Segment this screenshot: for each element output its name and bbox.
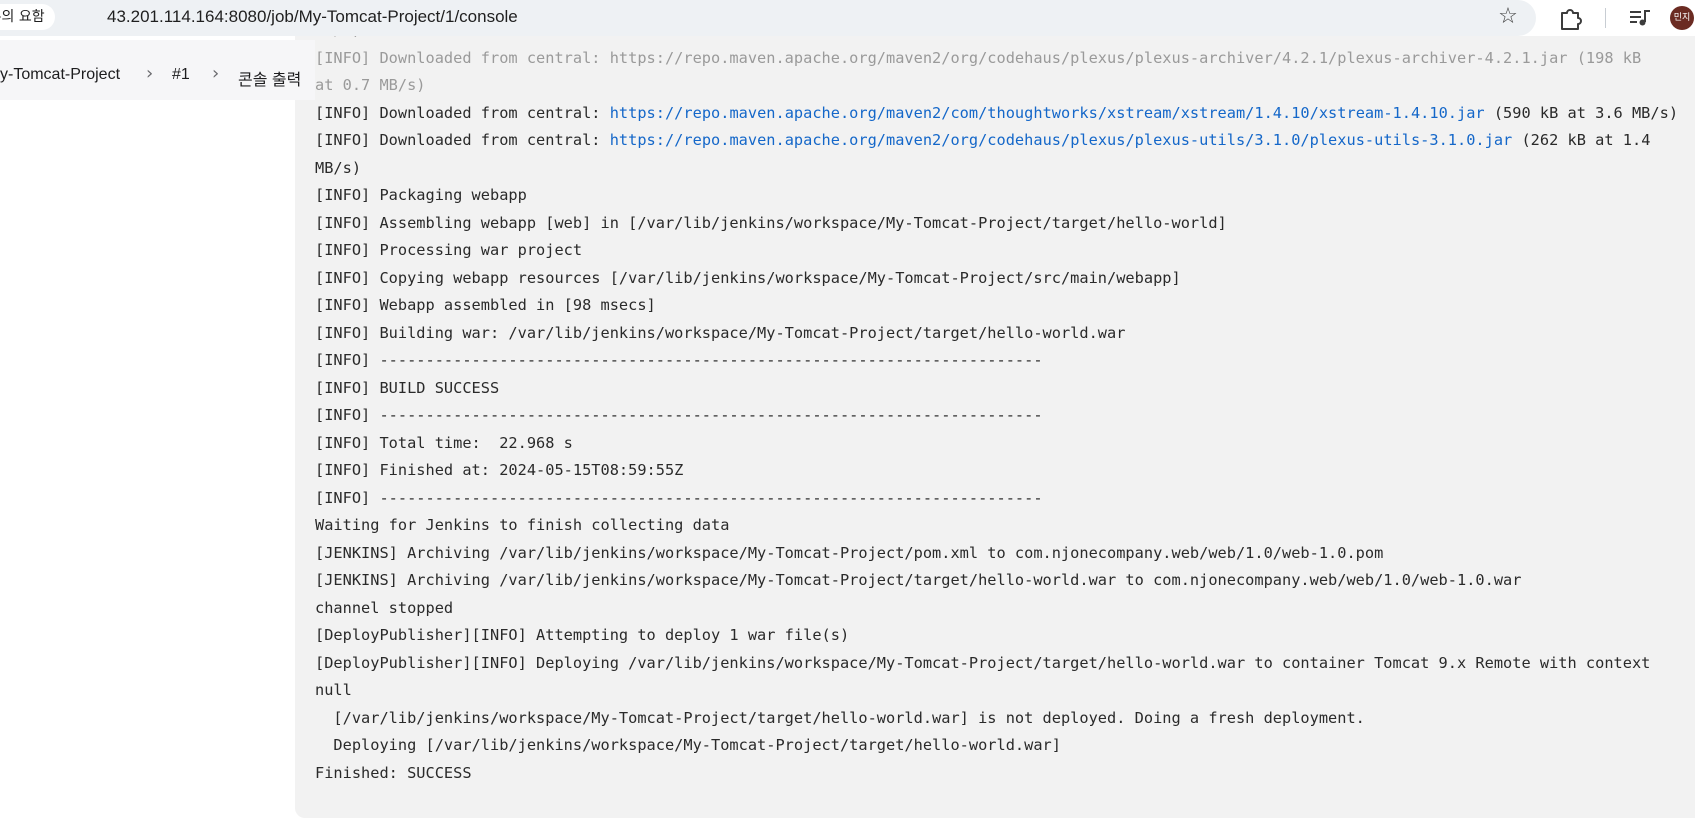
media-control-icon[interactable] [1627, 5, 1653, 31]
console-line: [INFO] ---------------------------------… [315, 351, 1043, 369]
console-line-prefix: [INFO] Downloaded from central: [315, 131, 610, 149]
console-line-suffix: (262 kB at 1.4 [1512, 131, 1651, 149]
breadcrumb: y-Tomcat-Project › #1 › 콘솔 출력 [0, 40, 315, 100]
console-line: [INFO] Webapp assembled in [98 msecs] [315, 296, 656, 314]
browser-toolbar: ⚠주의 요함 43.201.114.164:8080/job/My-Tomcat… [0, 0, 1695, 36]
console-line: [/var/lib/jenkins/workspace/My-Tomcat-Pr… [315, 708, 1365, 727]
console-line: [INFO] Copying webapp resources [/var/li… [315, 268, 1181, 287]
console-line: [INFO] Downloaded from central: https://… [315, 100, 1685, 128]
console-line: [INFO] Total time: 22.968 s [315, 433, 573, 452]
chevron-right-icon: › [146, 63, 154, 84]
console-line: [INFO] Building war: /var/lib/jenkins/wo… [315, 323, 1126, 342]
toolbar-divider [1605, 8, 1606, 28]
console-line: at 0.7 MB/s) [315, 76, 426, 94]
console-line: [INFO] Assembling webapp [web] in [/var/… [315, 213, 1227, 232]
console-line: [DeployPublisher][INFO] Attempting to de… [315, 626, 850, 644]
console-line: [INFO] Finished at: 2024-05-15T08:59:55Z [315, 461, 684, 479]
breadcrumb-console-output: 콘솔 출력 [238, 72, 302, 89]
console-line-prefix: [INFO] Downloaded from central: [315, 103, 610, 122]
console-line: Deploying [/var/lib/jenkins/workspace/My… [315, 736, 1061, 754]
breadcrumb-job[interactable]: y-Tomcat-Project [0, 66, 120, 84]
console-line: [INFO] ---------------------------------… [315, 406, 1043, 424]
console-line: Waiting for Jenkins to finish collecting… [315, 516, 730, 534]
profile-avatar[interactable]: 민지 [1670, 6, 1694, 30]
console-line-suffix: (590 kB at 3.6 MB/s) [1484, 103, 1679, 122]
artifact-link[interactable]: https://repo.maven.apache.org/maven2/org… [610, 131, 1513, 149]
console-line: [DeployPublisher][INFO] Deploying /var/l… [315, 653, 1651, 672]
bookmark-star-icon[interactable]: ☆ [1494, 3, 1522, 31]
console-line: [INFO] ---------------------------------… [315, 488, 1043, 507]
console-line: [INFO] BUILD SUCCESS [315, 378, 500, 397]
artifact-link[interactable]: https://repo.maven.apache.org/maven2/com… [610, 104, 1485, 122]
console-line: Finished: SUCCESS [315, 763, 472, 782]
console-line: MB/s) [315, 158, 362, 177]
console-line: MB/s) [315, 36, 1685, 45]
console-line: null [315, 681, 352, 699]
console-line: channel stopped [315, 598, 454, 617]
console-line: [INFO] Packaging webapp [315, 186, 527, 204]
console-line: [INFO] Processing war project [315, 241, 583, 259]
console-line: [INFO] Downloaded from central: https://… [315, 48, 1642, 67]
security-indicator[interactable]: ⚠주의 요함 [0, 4, 55, 30]
console-output: MB/s) [INFO] Downloaded from central: htt… [295, 36, 1695, 818]
console-line: [JENKINS] Archiving /var/lib/jenkins/wor… [315, 571, 1522, 589]
console-line: [INFO] Downloaded from central: https://… [315, 127, 1685, 155]
extensions-puzzle-icon[interactable] [1557, 5, 1583, 31]
chevron-right-icon: › [212, 63, 220, 84]
console-log: MB/s) [INFO] Downloaded from central: htt… [315, 36, 1685, 787]
url-text[interactable]: 43.201.114.164:8080/job/My-Tomcat-Projec… [107, 0, 518, 34]
breadcrumb-build[interactable]: #1 [172, 66, 190, 84]
console-line: [JENKINS] Archiving /var/lib/jenkins/wor… [315, 543, 1384, 562]
security-label: 주의 요함 [0, 9, 45, 25]
